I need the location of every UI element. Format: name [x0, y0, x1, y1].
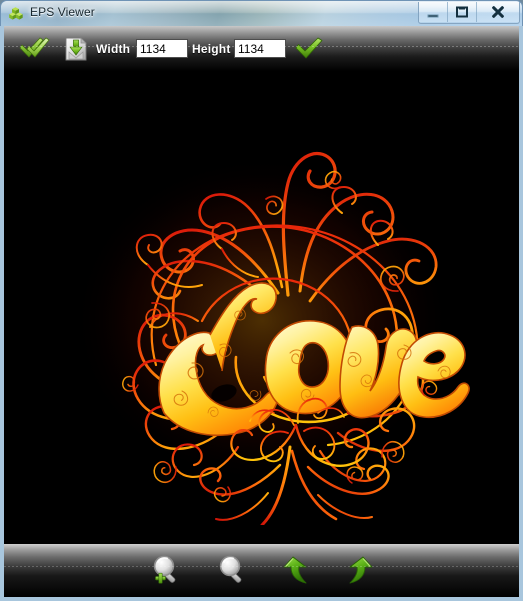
height-input[interactable]: [234, 39, 286, 58]
width-field-wrap: [136, 26, 188, 71]
top-toolbar: Width Height: [4, 26, 519, 71]
green-cubes-icon: [8, 6, 24, 22]
window-controls: [418, 2, 520, 24]
green-check-icon: [294, 37, 324, 61]
eps-artwork: [52, 95, 472, 525]
apply-size-button[interactable]: [294, 26, 324, 71]
magnifier-plus-icon: [150, 555, 184, 591]
window-client-area: Width Height: [4, 26, 519, 597]
height-field-wrap: [234, 26, 286, 71]
magnifier-icon: [216, 555, 250, 591]
minimize-icon: [427, 14, 439, 18]
width-label-text: Width: [96, 41, 131, 56]
arrow-rotate-right-icon: [344, 556, 374, 591]
window-body: Width Height: [0, 26, 523, 601]
maximize-icon: [456, 6, 468, 18]
eps-viewer-window: EPS Viewer Width 1134 Height 1134: [0, 0, 523, 601]
save-file-button[interactable]: [62, 26, 90, 71]
minimize-button[interactable]: [419, 2, 448, 22]
arrow-rotate-left-icon: [282, 556, 312, 591]
maximize-button[interactable]: [448, 2, 477, 22]
height-label: Height: [192, 26, 231, 71]
rotate-right-button[interactable]: [344, 555, 374, 587]
width-input[interactable]: [136, 39, 188, 58]
bottom-toolbar-buttons: [4, 544, 519, 597]
image-canvas[interactable]: [4, 71, 519, 548]
rotate-left-button[interactable]: [282, 555, 312, 587]
height-label-text: Height: [192, 41, 231, 56]
width-label: Width: [96, 26, 130, 71]
title-bar[interactable]: EPS Viewer: [0, 0, 523, 26]
bottom-toolbar: [4, 544, 519, 597]
open-file-button[interactable]: [18, 26, 52, 71]
zoom-out-button[interactable]: [216, 555, 250, 587]
green-double-check-icon: [18, 36, 52, 62]
save-document-download-icon: [62, 35, 90, 63]
close-icon: [491, 6, 506, 19]
close-button[interactable]: [477, 2, 519, 22]
window-title: EPS Viewer: [30, 5, 95, 19]
zoom-in-button[interactable]: [150, 555, 184, 587]
